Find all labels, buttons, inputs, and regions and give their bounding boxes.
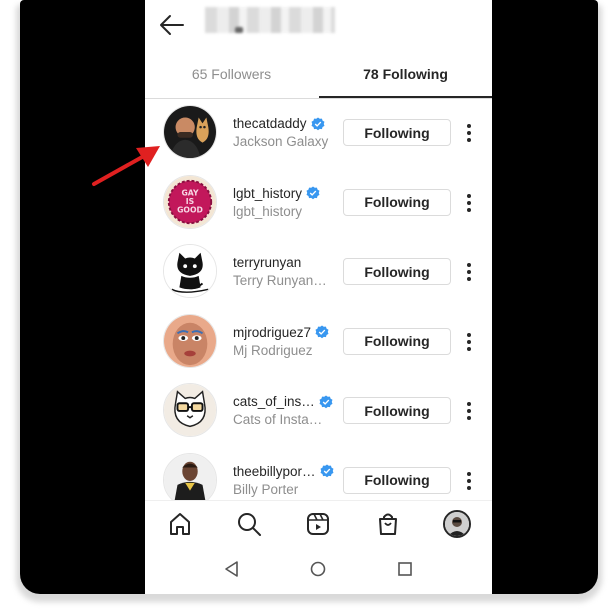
full-name: Billy Porter: [233, 481, 299, 497]
reels-icon[interactable]: [305, 511, 331, 537]
following-button[interactable]: Following: [343, 188, 451, 216]
tab-bar: 65 Followers 78 Following: [145, 50, 492, 99]
list-item: terryrunyan Terry Runyan… Following: [145, 238, 492, 308]
verified-badge-icon: [315, 325, 329, 339]
username[interactable]: cats_of_ins…: [233, 394, 343, 409]
more-options-icon[interactable]: [463, 470, 475, 492]
full-name: Jackson Galaxy: [233, 134, 329, 149]
man-with-cat-avatar[interactable]: [163, 105, 217, 159]
username-text: thecatdaddy: [233, 116, 307, 131]
username-text: mjrodriguez7: [233, 324, 312, 340]
more-options-icon[interactable]: [463, 400, 475, 422]
full-name: lgbt_history: [233, 203, 303, 219]
cat-glasses-avatar[interactable]: [163, 383, 217, 437]
more-options-icon[interactable]: [463, 261, 475, 283]
tab-followers[interactable]: 65 Followers: [145, 50, 318, 98]
blurred-profile-name: [205, 7, 335, 33]
username-text: theebillypor…: [233, 463, 316, 479]
svg-text:IS: IS: [186, 196, 194, 205]
list-item: mjrodriguez7 Mj Rodriguez Following: [145, 308, 492, 378]
profile-avatar[interactable]: [443, 510, 471, 538]
following-button[interactable]: Following: [343, 119, 451, 146]
list-item: cats_of_ins… Cats of Instag… Following: [145, 377, 492, 447]
shop-icon[interactable]: [375, 511, 401, 537]
verified-badge-icon: [306, 186, 320, 200]
more-options-icon[interactable]: [463, 122, 475, 144]
gay-is-good-avatar[interactable]: GAY IS GOOD: [163, 174, 217, 229]
verified-badge-icon: [319, 394, 333, 408]
username-text: cats_of_ins…: [233, 394, 315, 409]
annotation-arrow: [92, 146, 160, 186]
back-triangle-icon[interactable]: [223, 560, 241, 578]
more-options-icon[interactable]: [463, 192, 475, 214]
account-names: mjrodriguez7 Mj Rodriguez: [233, 325, 343, 358]
full-name: Terry Runyan…: [233, 273, 327, 288]
username-text: lgbt_history: [233, 185, 303, 201]
svg-text:GAY: GAY: [181, 188, 199, 197]
svg-text:GOOD: GOOD: [177, 205, 203, 214]
username[interactable]: lgbt_history: [233, 186, 343, 201]
active-tab-indicator: [319, 96, 492, 98]
recents-square-icon[interactable]: [396, 560, 414, 578]
account-names: theebillypor… Billy Porter: [233, 464, 343, 497]
account-names: lgbt_history lgbt_history: [233, 186, 343, 219]
cat-drawing-avatar[interactable]: [163, 244, 217, 298]
verified-badge-icon: [311, 116, 325, 130]
username[interactable]: terryrunyan: [233, 255, 343, 270]
more-options-icon[interactable]: [463, 331, 475, 353]
username-text: terryrunyan: [233, 255, 302, 270]
list-item: GAY IS GOOD lgbt_history lgbt_history Fo…: [145, 169, 492, 239]
tab-following[interactable]: 78 Following: [319, 50, 492, 98]
man-portrait-avatar[interactable]: [163, 452, 217, 500]
following-button[interactable]: Following: [343, 466, 451, 494]
full-name: Cats of Instag…: [233, 412, 329, 427]
username[interactable]: theebillypor…: [233, 464, 343, 479]
list-item: thecatdaddy Jackson Galaxy Following: [145, 99, 492, 169]
following-button[interactable]: Following: [343, 327, 451, 355]
following-button[interactable]: Following: [343, 397, 451, 424]
account-names: thecatdaddy Jackson Galaxy: [233, 116, 343, 149]
phone-screen: 65 Followers 78 Following thecatdaddy Ja…: [145, 0, 492, 594]
woman-portrait-avatar[interactable]: [163, 313, 217, 368]
back-arrow-icon[interactable]: [159, 12, 185, 38]
following-button[interactable]: Following: [343, 258, 451, 285]
search-icon[interactable]: [236, 511, 262, 537]
bottom-nav: [145, 500, 492, 547]
system-navigation-bar: [145, 546, 492, 594]
following-list: thecatdaddy Jackson Galaxy Following GAY…: [145, 99, 492, 500]
username[interactable]: mjrodriguez7: [233, 325, 343, 340]
list-item: theebillypor… Billy Porter Following: [145, 447, 492, 500]
username[interactable]: thecatdaddy: [233, 116, 343, 131]
verified-badge-icon: [320, 464, 334, 478]
home-icon[interactable]: [167, 511, 193, 537]
full-name: Mj Rodriguez: [233, 342, 313, 358]
header: [145, 0, 492, 50]
account-names: terryrunyan Terry Runyan…: [233, 255, 343, 288]
account-names: cats_of_ins… Cats of Instag…: [233, 394, 343, 427]
home-circle-icon[interactable]: [309, 560, 327, 578]
